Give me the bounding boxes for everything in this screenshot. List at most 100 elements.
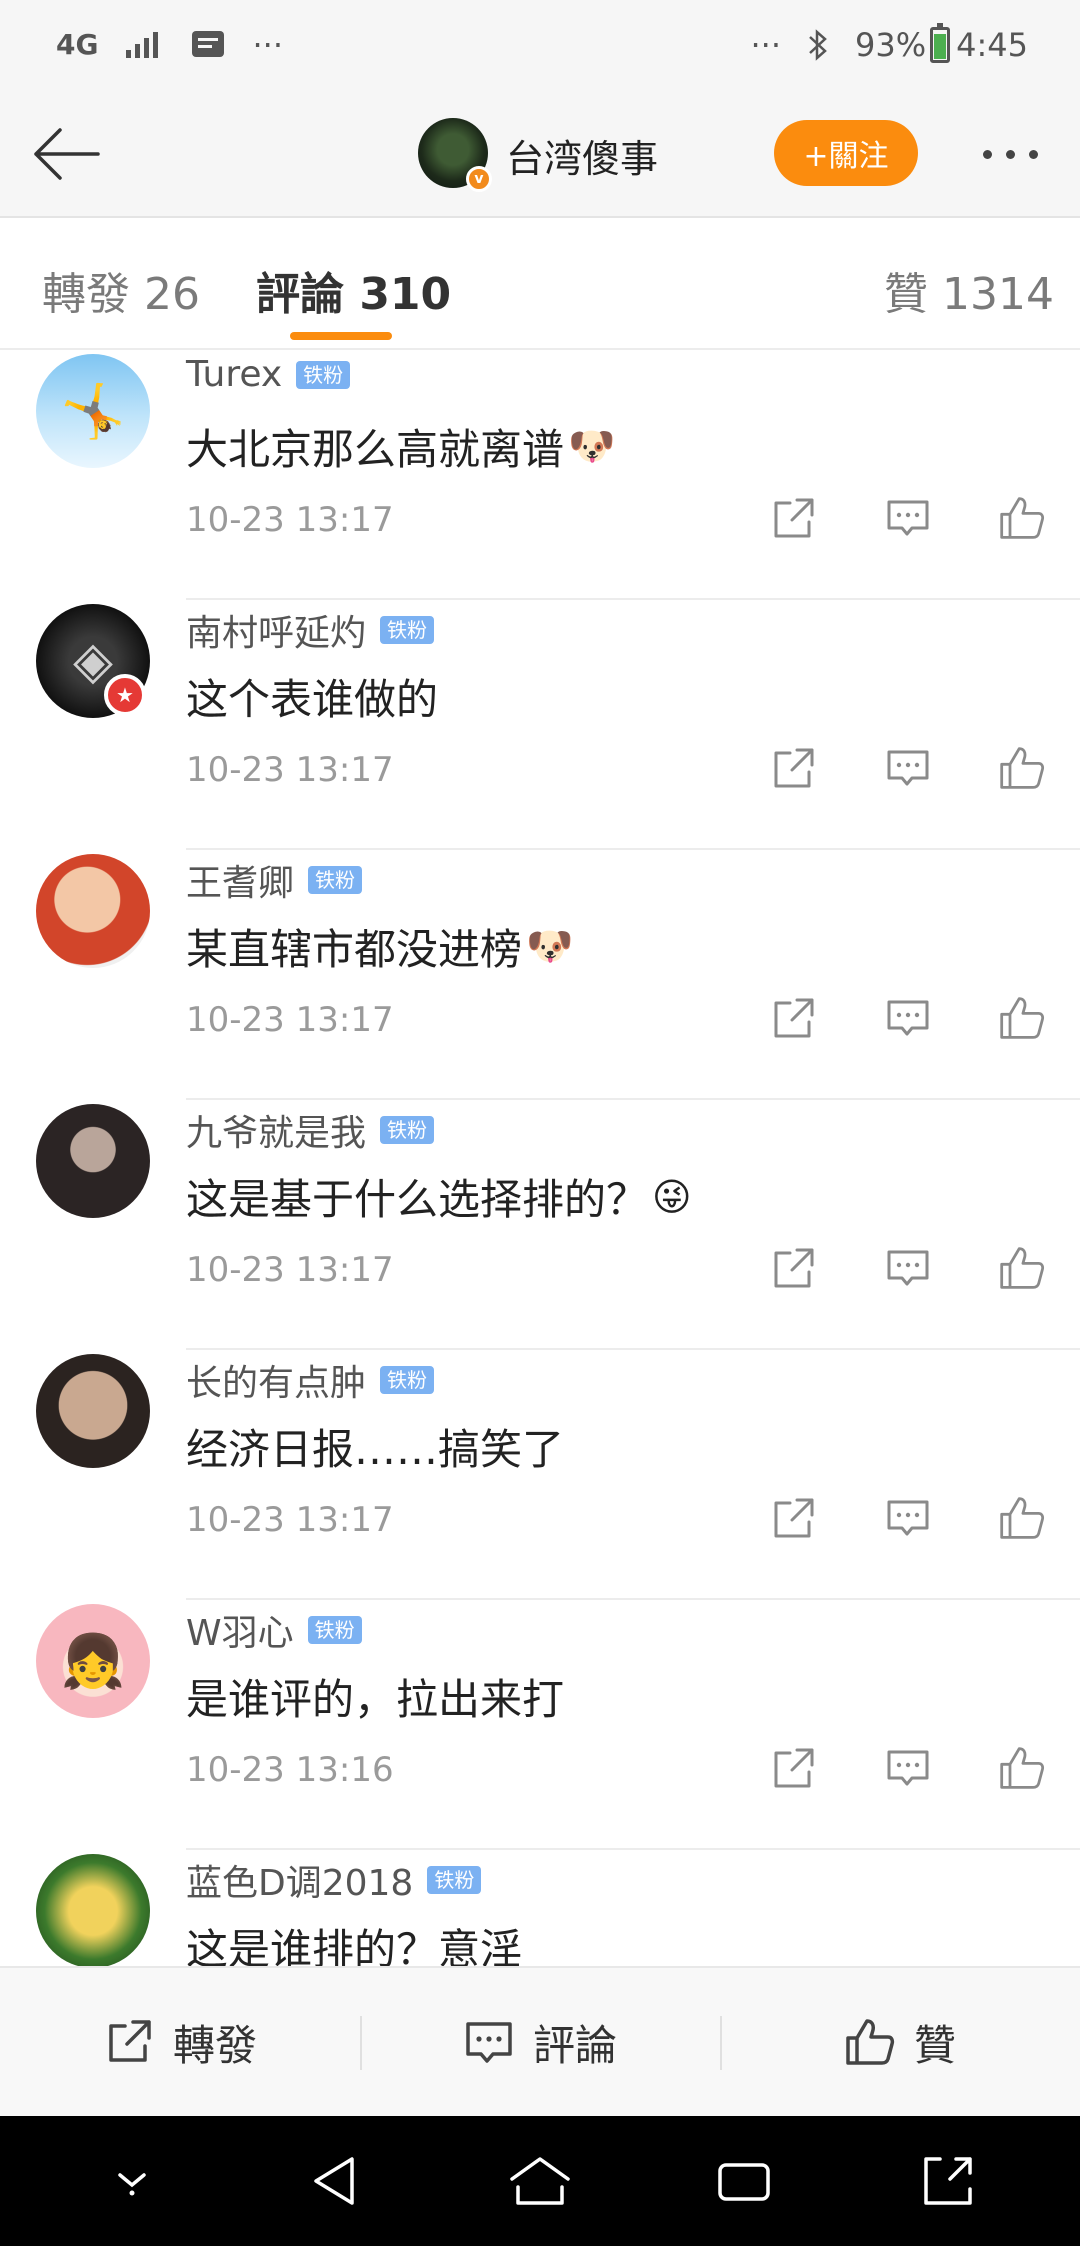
comment-repost-button[interactable] bbox=[764, 1238, 824, 1298]
share-out-icon bbox=[774, 1248, 814, 1288]
account-name[interactable]: 台湾傻事 bbox=[506, 128, 658, 183]
comment-bubble-icon bbox=[887, 1500, 929, 1536]
more-options-button[interactable] bbox=[970, 130, 1050, 178]
recent-apps-icon bbox=[718, 2163, 770, 2201]
comment-text: 是谁评的，拉出来打 bbox=[186, 1666, 568, 1727]
comment-list[interactable]: 🤸 Turex 铁粉 大北京那么高就离谱 🐶 10-23 13:17 ◈ ★ 南… bbox=[0, 350, 1080, 1966]
account-avatar[interactable]: v bbox=[418, 118, 492, 192]
comment-actions bbox=[764, 1238, 1052, 1298]
comment-reply-button[interactable] bbox=[878, 738, 938, 798]
like-button[interactable]: 贊 bbox=[720, 1968, 1080, 2116]
expand-nav-button[interactable] bbox=[908, 2141, 988, 2221]
comment-repost-button[interactable] bbox=[764, 488, 824, 548]
more-status-indicator: ··· bbox=[252, 26, 283, 64]
fan-level-badge: 铁粉 bbox=[296, 360, 351, 389]
thumbs-up-icon bbox=[846, 2019, 895, 2065]
commenter-name[interactable]: 长的有点肿 铁粉 bbox=[186, 1354, 435, 1406]
hide-nav-button[interactable] bbox=[92, 2141, 172, 2221]
comment-body: 这是谁排的？意淫 bbox=[186, 1925, 523, 1966]
comment-reply-button[interactable] bbox=[878, 988, 938, 1048]
comment-timestamp: 10-23 13:17 bbox=[186, 750, 394, 790]
comment-body: 这个表谁做的 bbox=[186, 675, 439, 724]
comment-bubble-icon bbox=[887, 1000, 929, 1036]
comment-button[interactable]: 評論 bbox=[360, 1968, 720, 2116]
comment-item[interactable]: 长的有点肿 铁粉 经济日报……搞笑了 10-23 13:17 bbox=[0, 1350, 1080, 1600]
tab-comments[interactable]: 評論 310 bbox=[256, 258, 451, 322]
commenter-avatar[interactable]: 🤸 bbox=[36, 354, 150, 468]
bottom-action-bar: 轉發 評論 贊 bbox=[0, 1966, 1080, 2116]
like-label: 贊 bbox=[913, 2020, 956, 2070]
commenter-name[interactable]: W羽心 铁粉 bbox=[186, 1604, 362, 1656]
comment-timestamp: 10-23 13:17 bbox=[186, 1000, 394, 1040]
comment-body: 是谁评的，拉出来打 bbox=[186, 1675, 565, 1724]
comment-emoji: 🐶 bbox=[526, 924, 574, 968]
expand-icon bbox=[924, 2157, 972, 2205]
comment-like-button[interactable] bbox=[992, 738, 1052, 798]
back-nav-button[interactable] bbox=[296, 2141, 376, 2221]
comment-like-button[interactable] bbox=[992, 488, 1052, 548]
comment-reply-button[interactable] bbox=[878, 1238, 938, 1298]
comment-bubble-icon bbox=[887, 1250, 929, 1286]
repost-label: 轉發 bbox=[172, 2020, 257, 2070]
home-nav-button[interactable] bbox=[500, 2141, 580, 2221]
commenter-avatar[interactable] bbox=[36, 1854, 150, 1966]
verified-badge: v bbox=[466, 166, 492, 192]
comment-item[interactable]: 🤸 Turex 铁粉 大北京那么高就离谱 🐶 10-23 13:17 bbox=[0, 350, 1080, 600]
commenter-name[interactable]: 九爷就是我 铁粉 bbox=[186, 1104, 435, 1156]
comment-actions bbox=[764, 488, 1052, 548]
comment-item[interactable]: 👧 W羽心 铁粉 是谁评的，拉出来打 10-23 13:16 bbox=[0, 1600, 1080, 1850]
fan-level-badge: 铁粉 bbox=[427, 1866, 482, 1894]
avatar-image bbox=[36, 1854, 150, 1966]
thumbs-up-icon bbox=[1000, 1247, 1045, 1289]
commenter-name[interactable]: 蓝色D调2018 铁粉 bbox=[186, 1854, 482, 1906]
comment-reply-button[interactable] bbox=[878, 1488, 938, 1548]
comment-body: 大北京那么高就离谱 bbox=[186, 425, 565, 474]
comment-repost-button[interactable] bbox=[764, 988, 824, 1048]
more-dots-icon bbox=[982, 149, 992, 159]
follow-button[interactable]: +關注 bbox=[774, 120, 918, 186]
comment-like-button[interactable] bbox=[992, 1238, 1052, 1298]
commenter-name[interactable]: Turex 铁粉 bbox=[186, 354, 351, 395]
commenter-avatar[interactable] bbox=[36, 854, 150, 968]
tab-likes[interactable]: 贊 1314 bbox=[884, 258, 1054, 322]
repost-button[interactable]: 轉發 bbox=[0, 1968, 360, 2116]
recents-nav-button[interactable] bbox=[704, 2141, 784, 2221]
system-navigation-bar bbox=[0, 2116, 1080, 2246]
commenter-name-text: 蓝色D调2018 bbox=[186, 1863, 414, 1904]
tab-repost[interactable]: 轉發 26 bbox=[42, 258, 200, 322]
commenter-avatar[interactable]: 👧 bbox=[36, 1604, 150, 1718]
comment-item[interactable]: 王耆卿 铁粉 某直辖市都没进榜 🐶 10-23 13:17 bbox=[0, 850, 1080, 1100]
commenter-avatar[interactable] bbox=[36, 1354, 150, 1468]
verified-star-badge: ★ bbox=[104, 674, 146, 716]
comment-bubble-icon bbox=[887, 500, 929, 536]
active-tab-indicator bbox=[290, 332, 392, 340]
comment-reply-button[interactable] bbox=[878, 488, 938, 548]
comment-repost-button[interactable] bbox=[764, 1488, 824, 1548]
signal-icon bbox=[126, 32, 159, 58]
thumbs-up-icon bbox=[1000, 497, 1045, 539]
comment-text: 某直辖市都没进榜 🐶 bbox=[186, 916, 573, 977]
comment-text: 这是谁排的？意淫 bbox=[186, 1916, 526, 1966]
back-button[interactable] bbox=[26, 118, 106, 190]
commenter-name[interactable]: 南村呼延灼 铁粉 bbox=[186, 604, 435, 656]
comment-actions bbox=[764, 738, 1052, 798]
arrow-left-icon bbox=[34, 128, 100, 180]
comment-emoji: 🐶 bbox=[568, 424, 616, 468]
comment-bubble-icon bbox=[887, 1750, 929, 1786]
commenter-name-text: Turex bbox=[186, 354, 283, 395]
comment-item[interactable]: 九爷就是我 铁粉 这是基于什么选择排的？ 😜 10-23 13:17 bbox=[0, 1100, 1080, 1350]
battery-icon bbox=[930, 23, 951, 63]
comment-like-button[interactable] bbox=[992, 1488, 1052, 1548]
comment-reply-button[interactable] bbox=[878, 1738, 938, 1798]
comment-repost-button[interactable] bbox=[764, 1738, 824, 1798]
comment-repost-button[interactable] bbox=[764, 738, 824, 798]
comment-item[interactable]: ◈ ★ 南村呼延灼 铁粉 这个表谁做的 10-23 13:17 bbox=[0, 600, 1080, 850]
commenter-name[interactable]: 王耆卿 铁粉 bbox=[186, 854, 363, 906]
comment-like-button[interactable] bbox=[992, 1738, 1052, 1798]
commenter-name-text: 九爷就是我 bbox=[186, 1113, 367, 1154]
comment-text: 大北京那么高就离谱 🐶 bbox=[186, 416, 615, 477]
commenter-avatar[interactable] bbox=[36, 1104, 150, 1218]
comment-like-button[interactable] bbox=[992, 988, 1052, 1048]
chevron-down-icon bbox=[118, 2173, 146, 2196]
comment-item[interactable]: 蓝色D调2018 铁粉 这是谁排的？意淫 bbox=[0, 1850, 1080, 1966]
